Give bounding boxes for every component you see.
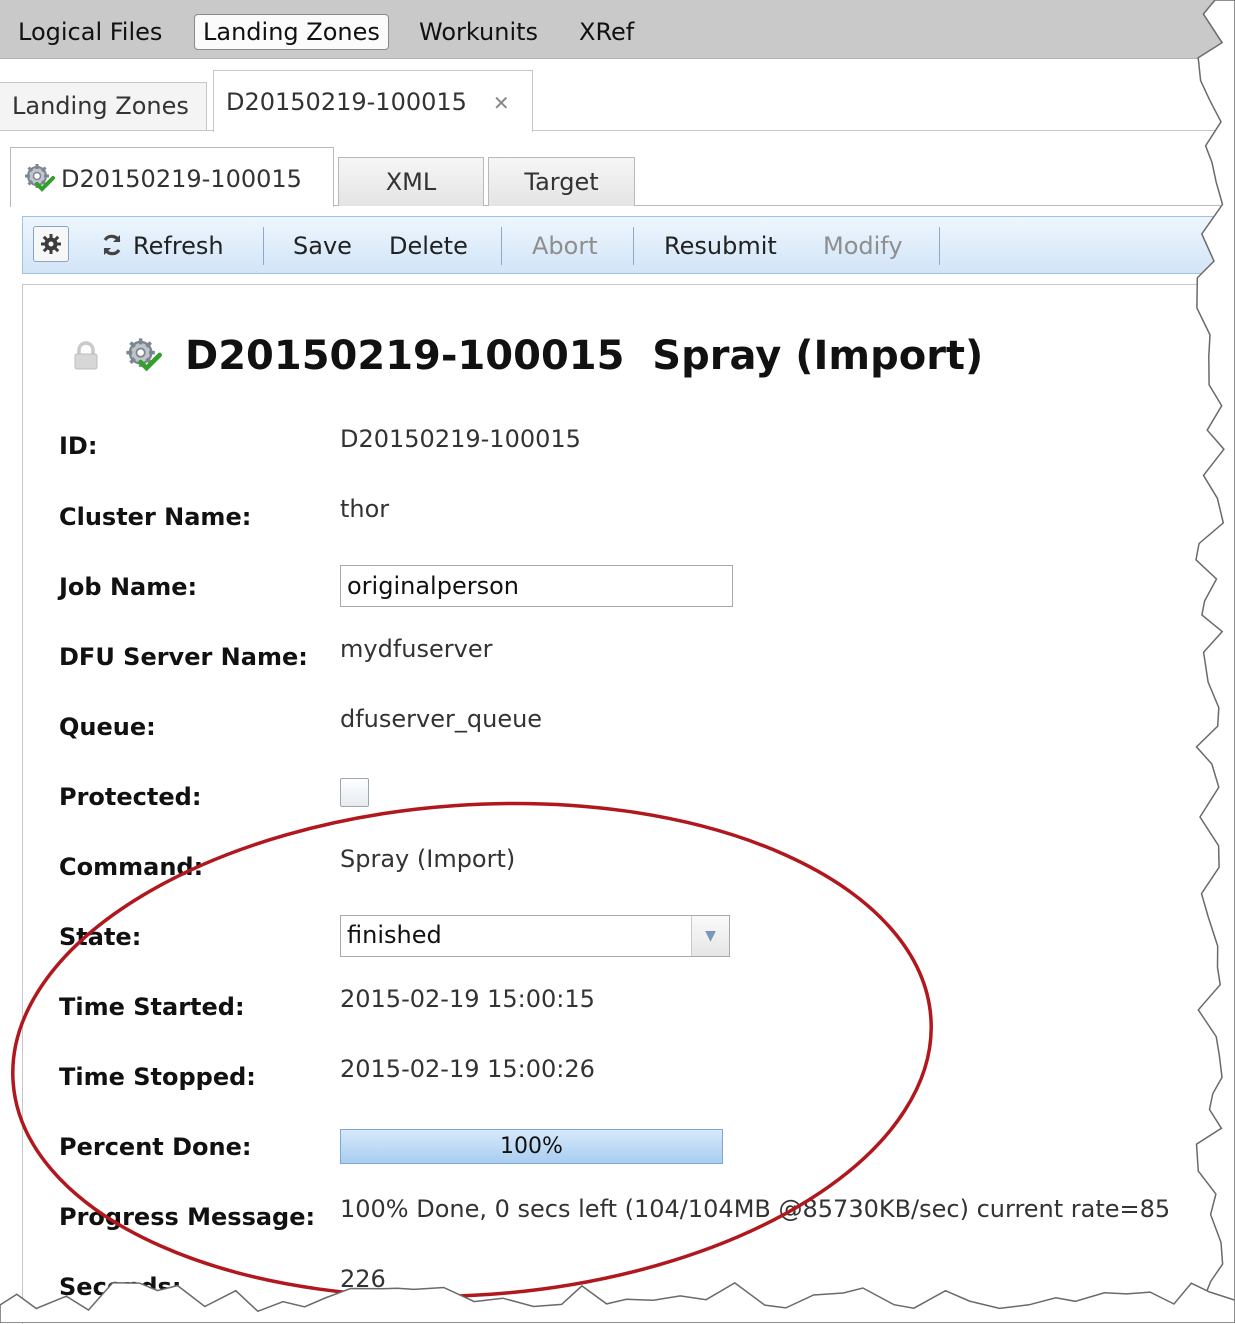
delete-button[interactable]: Delete [389,229,468,263]
protected-label: Protected: [59,783,202,811]
time-stopped-label: Time Stopped: [59,1063,256,1091]
seconds-value: 226 [340,1265,386,1293]
tab-label: Landing Zones [12,92,189,120]
gear-icon [41,234,61,254]
close-icon[interactable]: ✕ [493,91,510,115]
resubmit-button[interactable]: Resubmit [664,229,777,263]
state-selected-value: finished [347,921,442,949]
subtab-label: Target [524,168,599,196]
details-panel [22,284,1235,1324]
queue-value: dfuserver_queue [340,705,543,733]
state-select[interactable]: finished ▼ [340,915,730,957]
subtab-label: D20150219-100015 [61,165,302,193]
queue-label: Queue: [59,713,156,741]
progress-label: 100% [500,1134,563,1159]
time-stopped-value: 2015-02-19 15:00:26 [340,1055,595,1083]
time-started-label: Time Started: [59,993,245,1021]
job-name-input[interactable] [340,565,733,607]
lock-icon [74,341,98,370]
dfu-server-label: DFU Server Name: [59,643,308,671]
command-value: Spray (Import) [340,845,516,873]
progress-message-label: Progress Message: [59,1203,316,1231]
cluster-name-value: thor [340,495,390,523]
tab-landing-zones[interactable]: Landing Zones [0,82,207,130]
percent-done-progress: 100% [340,1129,723,1164]
toolbar-divider [263,227,264,265]
percent-done-label: Percent Done: [59,1133,252,1161]
id-value: D20150219-100015 [340,425,581,453]
job-name-label: Job Name: [59,573,198,601]
dfu-server-value: mydfuserver [340,635,493,663]
nav-xref[interactable]: XRef [571,14,642,50]
refresh-icon [103,234,121,256]
tab-strip-divider [0,130,1235,131]
toolbar-divider [633,227,634,265]
protected-checkbox[interactable] [340,778,369,807]
subtab-summary[interactable]: D20150219-100015 [10,147,334,207]
nav-landing-zones[interactable]: Landing Zones [194,14,389,50]
gear-check-icon [126,338,162,372]
seconds-label: Seconds: [59,1273,182,1301]
tab-workunit[interactable]: D20150219-100015 ✕ [213,70,533,132]
settings-button[interactable] [33,226,69,262]
refresh-label: Refresh [133,232,224,260]
save-button[interactable]: Save [293,229,352,263]
toolbar: Refresh Save Delete Abort Resubmit Modif… [22,216,1235,274]
toolbar-divider [501,227,502,265]
chevron-down-icon[interactable]: ▼ [691,916,729,956]
nav-logical-files[interactable]: Logical Files [10,14,170,50]
cluster-name-label: Cluster Name: [59,503,252,531]
modify-button[interactable]: Modify [823,229,903,263]
time-started-value: 2015-02-19 15:00:15 [340,985,595,1013]
nav-workunits[interactable]: Workunits [411,14,546,50]
tab-label: D20150219-100015 [226,88,467,116]
command-label: Command: [59,853,204,881]
id-label: ID: [59,432,98,460]
top-nav: Logical Files Landing Zones Workunits XR… [0,0,1235,59]
state-label: State: [59,923,142,951]
subtab-xml[interactable]: XML [338,157,484,206]
refresh-button[interactable]: Refresh [99,229,224,263]
toolbar-divider [939,227,940,265]
subtab-target[interactable]: Target [488,157,635,206]
gear-check-icon [25,164,55,192]
page-title: D20150219-100015 Spray (Import) [185,333,984,379]
abort-button[interactable]: Abort [532,229,598,263]
progress-message-value: 100% Done, 0 secs left (104/104MB @85730… [340,1195,1171,1223]
subtab-label: XML [385,168,437,196]
